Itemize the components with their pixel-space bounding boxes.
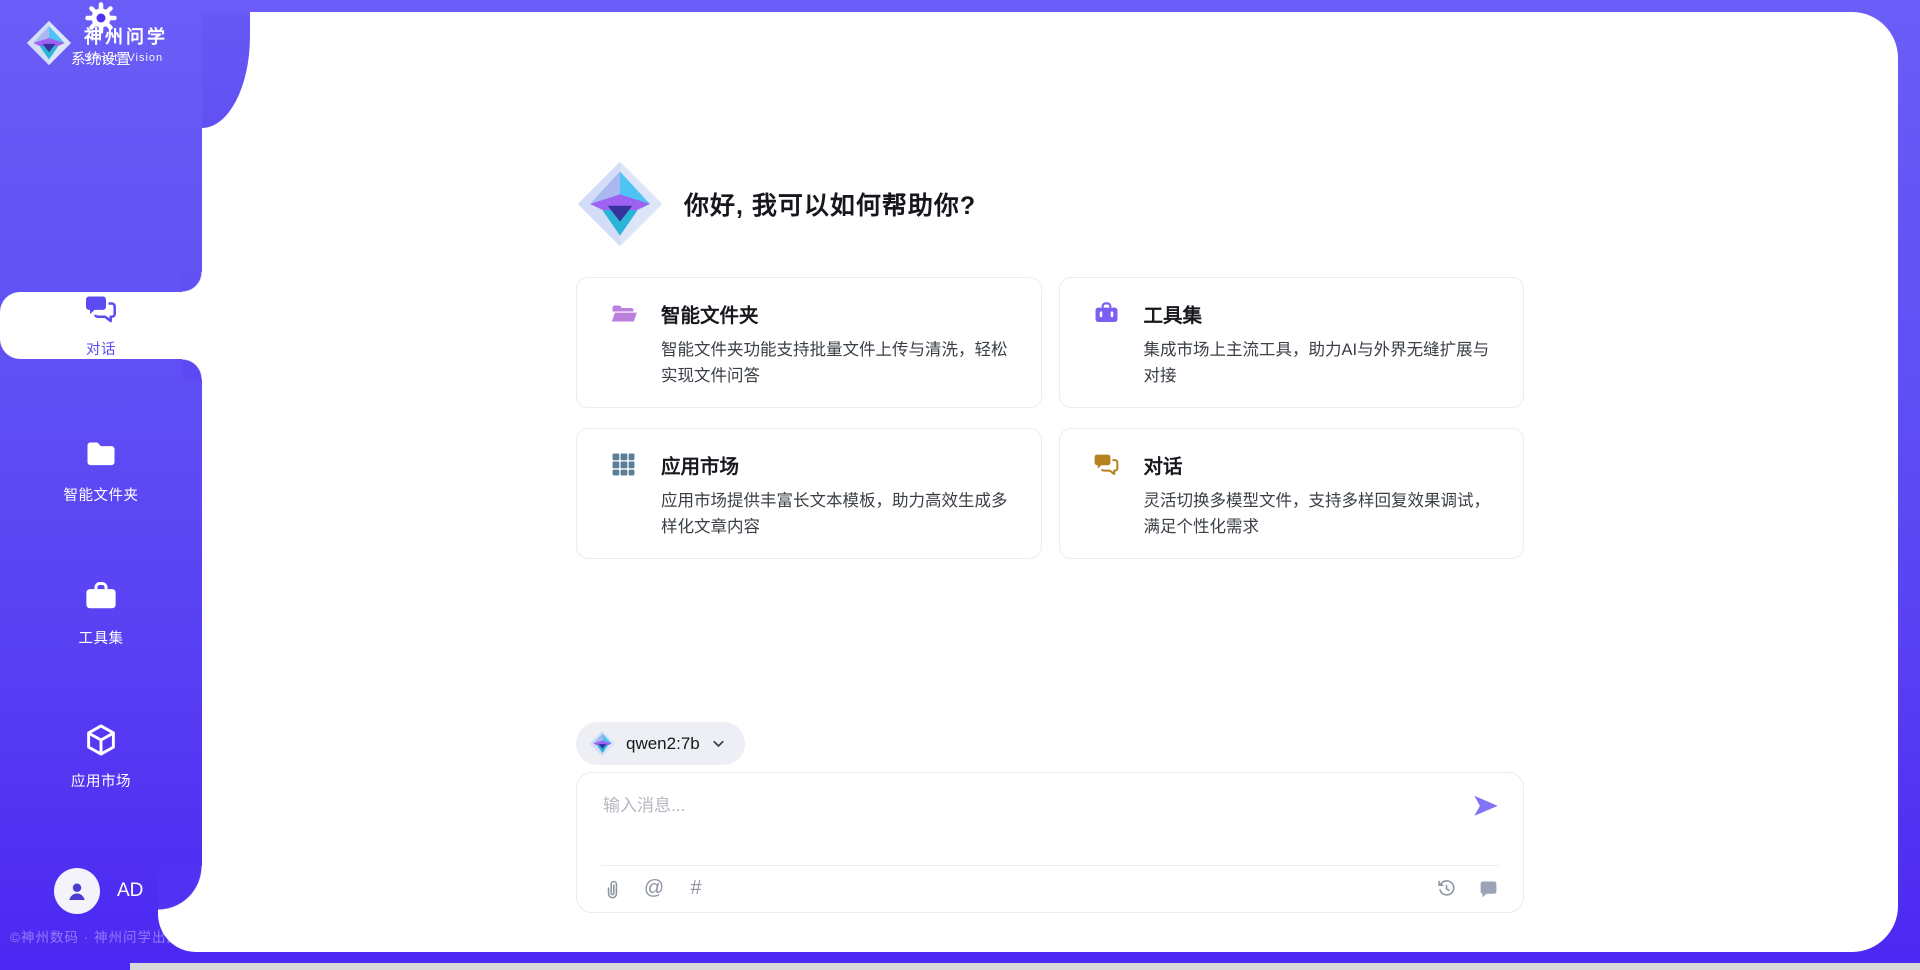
sidebar-item-tools[interactable]: 工具集 bbox=[0, 579, 202, 648]
sidebar-item-chat[interactable]: 对话 bbox=[0, 292, 202, 359]
card-description: 灵活切换多模型文件，支持多样回复效果调试，满足个性化需求 bbox=[1144, 489, 1500, 540]
horizontal-scrollbar[interactable] bbox=[130, 963, 1920, 970]
model-selector-value: qwen2:7b bbox=[626, 734, 700, 754]
model-selector[interactable]: qwen2:7b bbox=[576, 722, 745, 765]
at-icon: @ bbox=[644, 878, 664, 898]
nav-item-label: 对话 bbox=[86, 338, 116, 359]
card-description: 集成市场上主流工具，助力AI与外界无缝扩展与对接 bbox=[1144, 338, 1500, 389]
conversation-button[interactable] bbox=[1477, 877, 1499, 899]
sidebar-item-apps[interactable]: 应用市场 bbox=[0, 722, 202, 791]
hash-icon: # bbox=[690, 878, 701, 898]
cube-icon bbox=[83, 722, 119, 758]
folder-icon bbox=[83, 436, 119, 472]
card-header: 智能文件夹 bbox=[610, 299, 1017, 328]
sidebar-nav: 对话 智能文件夹 工具集 应用市场 系统设置 bbox=[0, 0, 202, 970]
card-header: 工具集 bbox=[1093, 299, 1500, 328]
send-button[interactable] bbox=[1471, 791, 1501, 821]
main-content: 你好, 我可以如何帮助你? 智能文件夹 智能文件夹功能支持批量文件上传与清洗，轻… bbox=[576, 12, 1524, 952]
feature-cards: 智能文件夹 智能文件夹功能支持批量文件上传与清洗，轻松实现文件问答 工具集 集成… bbox=[576, 277, 1524, 559]
feature-card-folders[interactable]: 智能文件夹 智能文件夹功能支持批量文件上传与清洗，轻松实现文件问答 bbox=[576, 277, 1042, 408]
grid-icon bbox=[610, 451, 637, 478]
model-selector-row: qwen2:7b bbox=[576, 722, 745, 765]
card-title: 工具集 bbox=[1144, 299, 1203, 328]
history-icon bbox=[1436, 878, 1457, 899]
card-description: 应用市场提供丰富长文本模板，助力高效生成多样化文章内容 bbox=[661, 489, 1017, 540]
composer-toolbar: @ # bbox=[601, 877, 1499, 899]
send-icon bbox=[1471, 791, 1501, 821]
topic-button[interactable]: # bbox=[685, 877, 707, 899]
card-title: 智能文件夹 bbox=[661, 299, 759, 328]
card-description: 智能文件夹功能支持批量文件上传与清洗，轻松实现文件问答 bbox=[661, 338, 1017, 389]
card-title: 对话 bbox=[1144, 450, 1183, 479]
avatar[interactable] bbox=[54, 868, 100, 914]
case-icon bbox=[83, 579, 119, 615]
message-input[interactable] bbox=[601, 789, 1425, 851]
gem-model-icon bbox=[589, 730, 616, 757]
chat-icon bbox=[1093, 451, 1120, 478]
paperclip-icon bbox=[602, 878, 623, 899]
feature-card-apps[interactable]: 应用市场 应用市场提供丰富长文本模板，助力高效生成多样化文章内容 bbox=[576, 428, 1042, 559]
mention-button[interactable]: @ bbox=[643, 877, 665, 899]
card-header: 对话 bbox=[1093, 450, 1500, 479]
app-page: 神州问学 Smart Vision 对话 智能文件夹 工具集 bbox=[0, 0, 1920, 970]
gear-icon bbox=[83, 0, 119, 36]
copyright-text: ©神州数码 · 神州问学出品 bbox=[10, 926, 181, 946]
sidebar-item-folders[interactable]: 智能文件夹 bbox=[0, 436, 202, 505]
feature-card-tools[interactable]: 工具集 集成市场上主流工具，助力AI与外界无缝扩展与对接 bbox=[1059, 277, 1525, 408]
folder-open-icon bbox=[610, 300, 637, 327]
greeting-block: 你好, 我可以如何帮助你? bbox=[576, 160, 976, 248]
sidebar-item-settings[interactable]: 系统设置 bbox=[0, 0, 202, 69]
history-button[interactable] bbox=[1435, 877, 1457, 899]
chevron-down-icon bbox=[710, 735, 727, 752]
chat-icon bbox=[84, 292, 118, 326]
case-icon bbox=[1093, 300, 1120, 327]
card-title: 应用市场 bbox=[661, 450, 739, 479]
greeting-title: 你好, 我可以如何帮助你? bbox=[684, 186, 976, 222]
main-panel-content-layer: 你好, 我可以如何帮助你? 智能文件夹 智能文件夹功能支持批量文件上传与清洗，轻… bbox=[202, 12, 1898, 952]
user-name: AD bbox=[117, 880, 143, 902]
nav-item-label: 应用市场 bbox=[71, 770, 131, 791]
person-icon bbox=[64, 878, 90, 904]
nav-item-label: 智能文件夹 bbox=[64, 484, 139, 505]
nav-item-label: 工具集 bbox=[79, 627, 124, 648]
comment-icon bbox=[1478, 878, 1499, 899]
composer-divider bbox=[601, 865, 1499, 866]
user-profile[interactable]: AD bbox=[54, 868, 143, 914]
attach-file-button[interactable] bbox=[601, 877, 623, 899]
gem-greeting-icon bbox=[576, 160, 664, 248]
card-header: 应用市场 bbox=[610, 450, 1017, 479]
message-composer: @ # bbox=[576, 772, 1524, 913]
nav-item-label: 系统设置 bbox=[71, 48, 131, 69]
feature-card-chat[interactable]: 对话 灵活切换多模型文件，支持多样回复效果调试，满足个性化需求 bbox=[1059, 428, 1525, 559]
